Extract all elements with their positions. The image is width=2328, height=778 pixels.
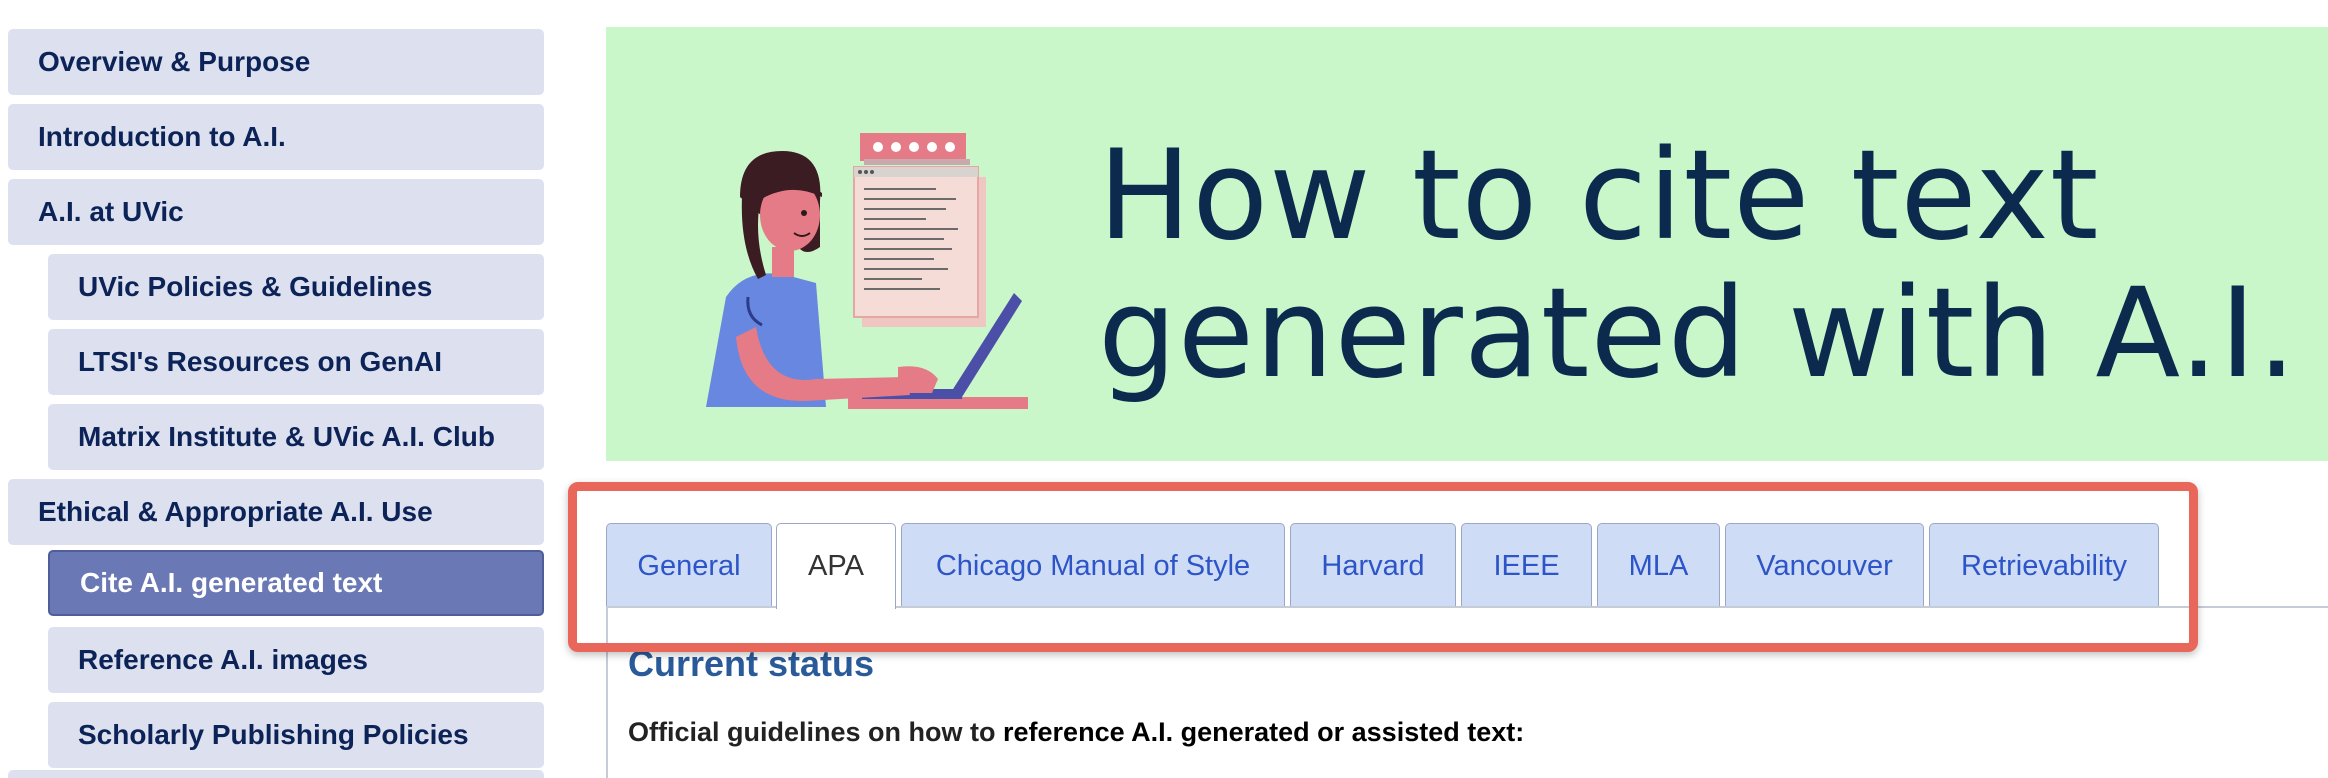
section-heading: Current status <box>628 643 875 684</box>
guidelines-prefix: Official guidelines on how to <box>628 717 1004 747</box>
tab-retrievability[interactable]: Retrievability <box>1929 523 2159 607</box>
tab-mla[interactable]: MLA <box>1597 523 1720 607</box>
tab-ieee[interactable]: IEEE <box>1461 523 1592 607</box>
guidelines-text: Official guidelines on how to reference … <box>628 717 1524 748</box>
sidebar-item-ltsi-resources[interactable]: LTSI's Resources on GenAI <box>48 329 544 395</box>
banner-title-line-1: How to cite text <box>1098 124 2100 268</box>
banner-title-line-2: generated with A.I. <box>1098 262 2298 406</box>
guidelines-emphasis: reference A.I. generated or assisted tex… <box>1003 717 1525 747</box>
tab-general[interactable]: General <box>606 523 772 607</box>
sidebar-item-scholarly-publishing[interactable]: Scholarly Publishing Policies <box>48 702 544 768</box>
tab-chicago[interactable]: Chicago Manual of Style <box>901 523 1285 607</box>
content-left-border <box>606 606 608 778</box>
tab-vancouver[interactable]: Vancouver <box>1725 523 1924 607</box>
page: Overview & Purpose Introduction to A.I. … <box>0 0 2328 778</box>
sidebar-item-partial[interactable] <box>8 770 544 778</box>
tab-apa[interactable]: APA <box>776 523 896 609</box>
sidebar-item-reference-ai-images[interactable]: Reference A.I. images <box>48 627 544 693</box>
hero-banner: How to cite text generated with A.I. <box>606 27 2328 461</box>
person-at-laptop-illustration <box>706 133 1028 409</box>
sidebar-item-ai-at-uvic[interactable]: A.I. at UVic <box>8 179 544 245</box>
sidebar-item-introduction[interactable]: Introduction to A.I. <box>8 104 544 170</box>
sidebar-item-matrix-institute[interactable]: Matrix Institute & UVic A.I. Club <box>48 404 544 470</box>
sidebar-item-uvic-policies[interactable]: UVic Policies & Guidelines <box>48 254 544 320</box>
sidebar-item-overview[interactable]: Overview & Purpose <box>8 29 544 95</box>
sidebar-item-cite-ai-text[interactable]: Cite A.I. generated text <box>48 550 544 616</box>
sidebar-item-ethical-use[interactable]: Ethical & Appropriate A.I. Use <box>8 479 544 545</box>
banner-title: How to cite text generated with A.I. <box>1098 127 2328 403</box>
tab-harvard[interactable]: Harvard <box>1290 523 1456 607</box>
